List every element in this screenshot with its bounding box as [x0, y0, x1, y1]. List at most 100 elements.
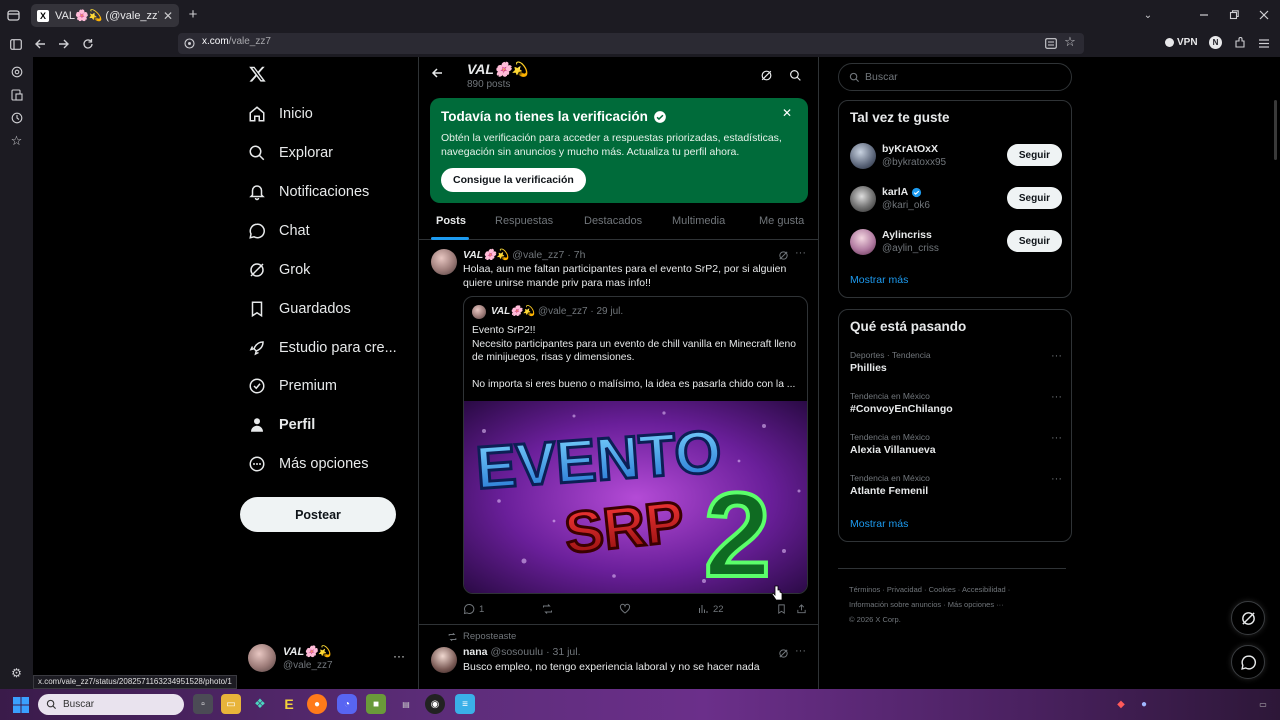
trend-item[interactable]: Tendencia en México Atlante Femenil ··· — [850, 473, 1062, 503]
back-icon[interactable] — [33, 37, 47, 51]
nav-premium[interactable]: Premium — [240, 368, 337, 404]
reader-view-icon[interactable] — [1044, 36, 1058, 50]
windows-start-icon[interactable] — [12, 696, 29, 713]
event-image[interactable]: EVENTO SRP 2 — [464, 401, 807, 593]
reply-button[interactable]: 1 — [463, 603, 484, 615]
more-icon[interactable]: ··· — [1051, 432, 1062, 444]
suggested-user[interactable]: Aylincriss @aylin_criss Seguir — [850, 227, 1062, 257]
author-name[interactable]: nana — [463, 646, 488, 658]
close-window-icon[interactable] — [1257, 8, 1271, 22]
new-tab-icon[interactable]: + — [186, 6, 200, 23]
forward-icon[interactable] — [57, 37, 71, 51]
chat-fab-button[interactable] — [1231, 645, 1265, 679]
notification-icon[interactable]: ▭ — [1250, 695, 1276, 713]
nav-inicio[interactable]: Inicio — [240, 96, 313, 132]
grok-fab-button[interactable] — [1231, 601, 1265, 635]
more-icon[interactable]: ··· — [1051, 350, 1062, 362]
app-butterfly-icon[interactable]: ❖ — [250, 694, 270, 714]
account-icon[interactable]: N — [1209, 36, 1222, 49]
grok-icon[interactable] — [777, 249, 789, 261]
nav-grok[interactable]: Grok — [240, 252, 310, 288]
footer-line[interactable]: Términos · Privacidad · Cookies · Accesi… — [849, 582, 1069, 597]
sync-tabs-icon[interactable] — [10, 88, 23, 101]
restore-icon[interactable] — [1227, 8, 1241, 22]
tab-multimedia[interactable]: Multimedia — [672, 215, 725, 227]
bookmarks-icon[interactable]: ☆ — [10, 133, 23, 148]
app-e-icon[interactable]: E — [279, 694, 299, 714]
menu-icon[interactable] — [1257, 36, 1271, 50]
search-icon[interactable] — [788, 68, 802, 82]
nav-guardados[interactable]: Guardados — [240, 291, 351, 327]
tab-close-icon[interactable]: ✕ — [163, 9, 173, 23]
more-icon[interactable]: ··· — [1051, 391, 1062, 403]
trend-item[interactable]: Tendencia en México Alexia Villanueva ··… — [850, 432, 1062, 462]
search-input[interactable]: Buscar — [838, 63, 1072, 91]
grok-icon[interactable] — [777, 647, 789, 659]
nav-estudio[interactable]: Estudio para cre... — [240, 330, 397, 366]
minecraft-icon[interactable]: ■ — [366, 694, 386, 714]
like-button[interactable] — [619, 603, 631, 615]
follow-button[interactable]: Seguir — [1006, 187, 1062, 209]
browser-tab-active[interactable]: X VAL🌸💫 (@vale_zz7) / X ✕ — [31, 4, 179, 27]
suggested-user[interactable]: karlA @kari_ok6 Seguir — [850, 184, 1062, 214]
discord-icon[interactable]: ◔ — [337, 694, 357, 714]
minimize-icon[interactable] — [1197, 8, 1211, 22]
avatar[interactable] — [431, 249, 457, 275]
tab-destacados[interactable]: Destacados — [584, 215, 642, 227]
get-verified-button[interactable]: Consigue la verificación — [441, 168, 586, 192]
author-handle[interactable]: @sosouulu — [490, 646, 543, 658]
bookmark-icon[interactable] — [776, 603, 787, 615]
more-icon[interactable]: ··· — [795, 645, 806, 657]
tweet[interactable]: nana @sosouulu · 31 jul. ··· Busco emple… — [419, 639, 818, 689]
address-bar[interactable] — [178, 33, 1084, 54]
settings-gear-icon[interactable]: ⚙ — [10, 666, 23, 680]
quoted-tweet[interactable]: VAL🌸💫 @vale_zz7 · 29 jul. Evento SrP2!! … — [463, 296, 808, 594]
nav-mas-opciones[interactable]: Más opciones — [240, 446, 368, 482]
nav-explorar[interactable]: Explorar — [240, 135, 333, 171]
tray-app-icon[interactable]: ◆ — [1115, 698, 1127, 710]
tweet-time[interactable]: · 7h — [567, 249, 585, 261]
avatar[interactable] — [431, 647, 457, 673]
post-button[interactable]: Postear — [240, 497, 396, 532]
suggested-user[interactable]: byKrAtOxX @bykratoxx95 Seguir — [850, 141, 1062, 171]
share-icon[interactable] — [796, 603, 807, 615]
tab-respuestas[interactable]: Respuestas — [495, 215, 553, 227]
follow-button[interactable]: Seguir — [1006, 230, 1062, 252]
follow-button[interactable]: Seguir — [1006, 144, 1062, 166]
more-icon[interactable]: ··· — [393, 649, 405, 663]
nav-notificaciones[interactable]: Notificaciones — [240, 174, 369, 210]
close-icon[interactable]: ✕ — [782, 106, 792, 120]
taskbar-search[interactable]: Buscar — [38, 694, 184, 715]
more-icon[interactable]: ··· — [1051, 473, 1062, 485]
grok-icon[interactable] — [759, 68, 773, 82]
account-switcher[interactable]: VAL🌸💫 @vale_zz7 ··· — [248, 643, 408, 675]
chevron-down-icon[interactable]: ⌄ — [1141, 8, 1155, 22]
history-icon[interactable] — [10, 111, 23, 124]
trend-item[interactable]: Deportes · Tendencia Phillies ··· — [850, 350, 1062, 380]
back-arrow-icon[interactable] — [431, 67, 443, 79]
sidebar-toggle-icon[interactable] — [9, 37, 23, 51]
page-scrollbar[interactable] — [1274, 100, 1277, 160]
extensions-icon[interactable] — [1233, 36, 1247, 50]
x-logo-icon[interactable] — [248, 65, 268, 85]
trend-item[interactable]: Tendencia en México #ConvoyEnChilango ··… — [850, 391, 1062, 421]
ai-chat-icon[interactable] — [10, 65, 23, 78]
tweet-time[interactable]: · 31 jul. — [546, 646, 580, 658]
site-info-icon[interactable] — [183, 37, 195, 49]
nav-chat[interactable]: Chat — [240, 213, 310, 249]
microphone-icon[interactable]: ● — [1138, 698, 1150, 710]
file-explorer-icon[interactable]: ▭ — [221, 694, 241, 714]
obs-icon[interactable]: ◉ — [425, 694, 445, 714]
views-button[interactable]: 22 — [697, 603, 724, 615]
tab-list-icon[interactable] — [6, 8, 20, 22]
tab-posts[interactable]: Posts — [436, 215, 466, 227]
bookmark-star-icon[interactable]: ☆ — [1063, 34, 1077, 49]
show-more-link[interactable]: Mostrar más — [850, 518, 908, 530]
task-view-icon[interactable]: ▫ — [193, 694, 213, 714]
author-handle[interactable]: @vale_zz7 — [512, 249, 564, 261]
footer-line[interactable]: Información sobre anuncios · Más opcione… — [849, 597, 1069, 612]
more-icon[interactable]: ··· — [795, 247, 806, 259]
tab-me-gusta[interactable]: Me gusta — [759, 215, 804, 227]
reload-icon[interactable] — [81, 37, 95, 51]
nav-perfil[interactable]: Perfil — [240, 407, 315, 443]
